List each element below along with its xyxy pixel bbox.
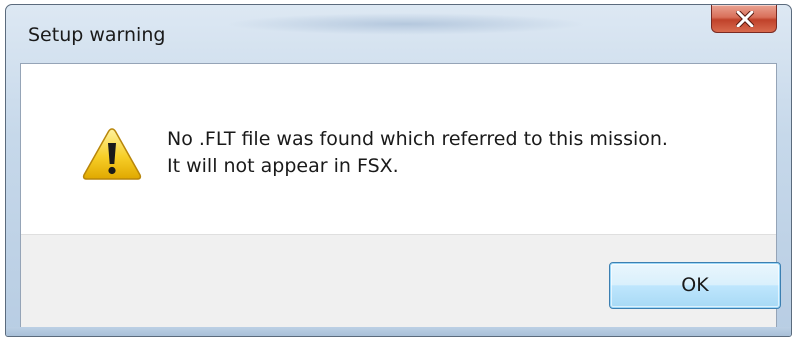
ok-button[interactable]: OK (609, 262, 781, 309)
message-line-2: It will not appear in FSX. (167, 155, 399, 177)
message-line-1: No .FLT file was found which referred to… (167, 128, 668, 150)
title-bar[interactable]: Setup warning (6, 5, 791, 63)
window-title: Setup warning (28, 24, 166, 46)
button-bar: OK (21, 234, 781, 327)
dialog-body: No .FLT file was found which referred to… (20, 63, 781, 328)
close-icon (736, 11, 754, 27)
window-bottom-border (6, 327, 791, 336)
warning-message: No .FLT file was found which referred to… (167, 126, 668, 180)
close-button[interactable] (711, 5, 777, 33)
warning-icon (82, 128, 142, 180)
message-area: No .FLT file was found which referred to… (21, 64, 776, 234)
dialog-window: Setup warning No .FLT file was found whi… (5, 4, 792, 337)
